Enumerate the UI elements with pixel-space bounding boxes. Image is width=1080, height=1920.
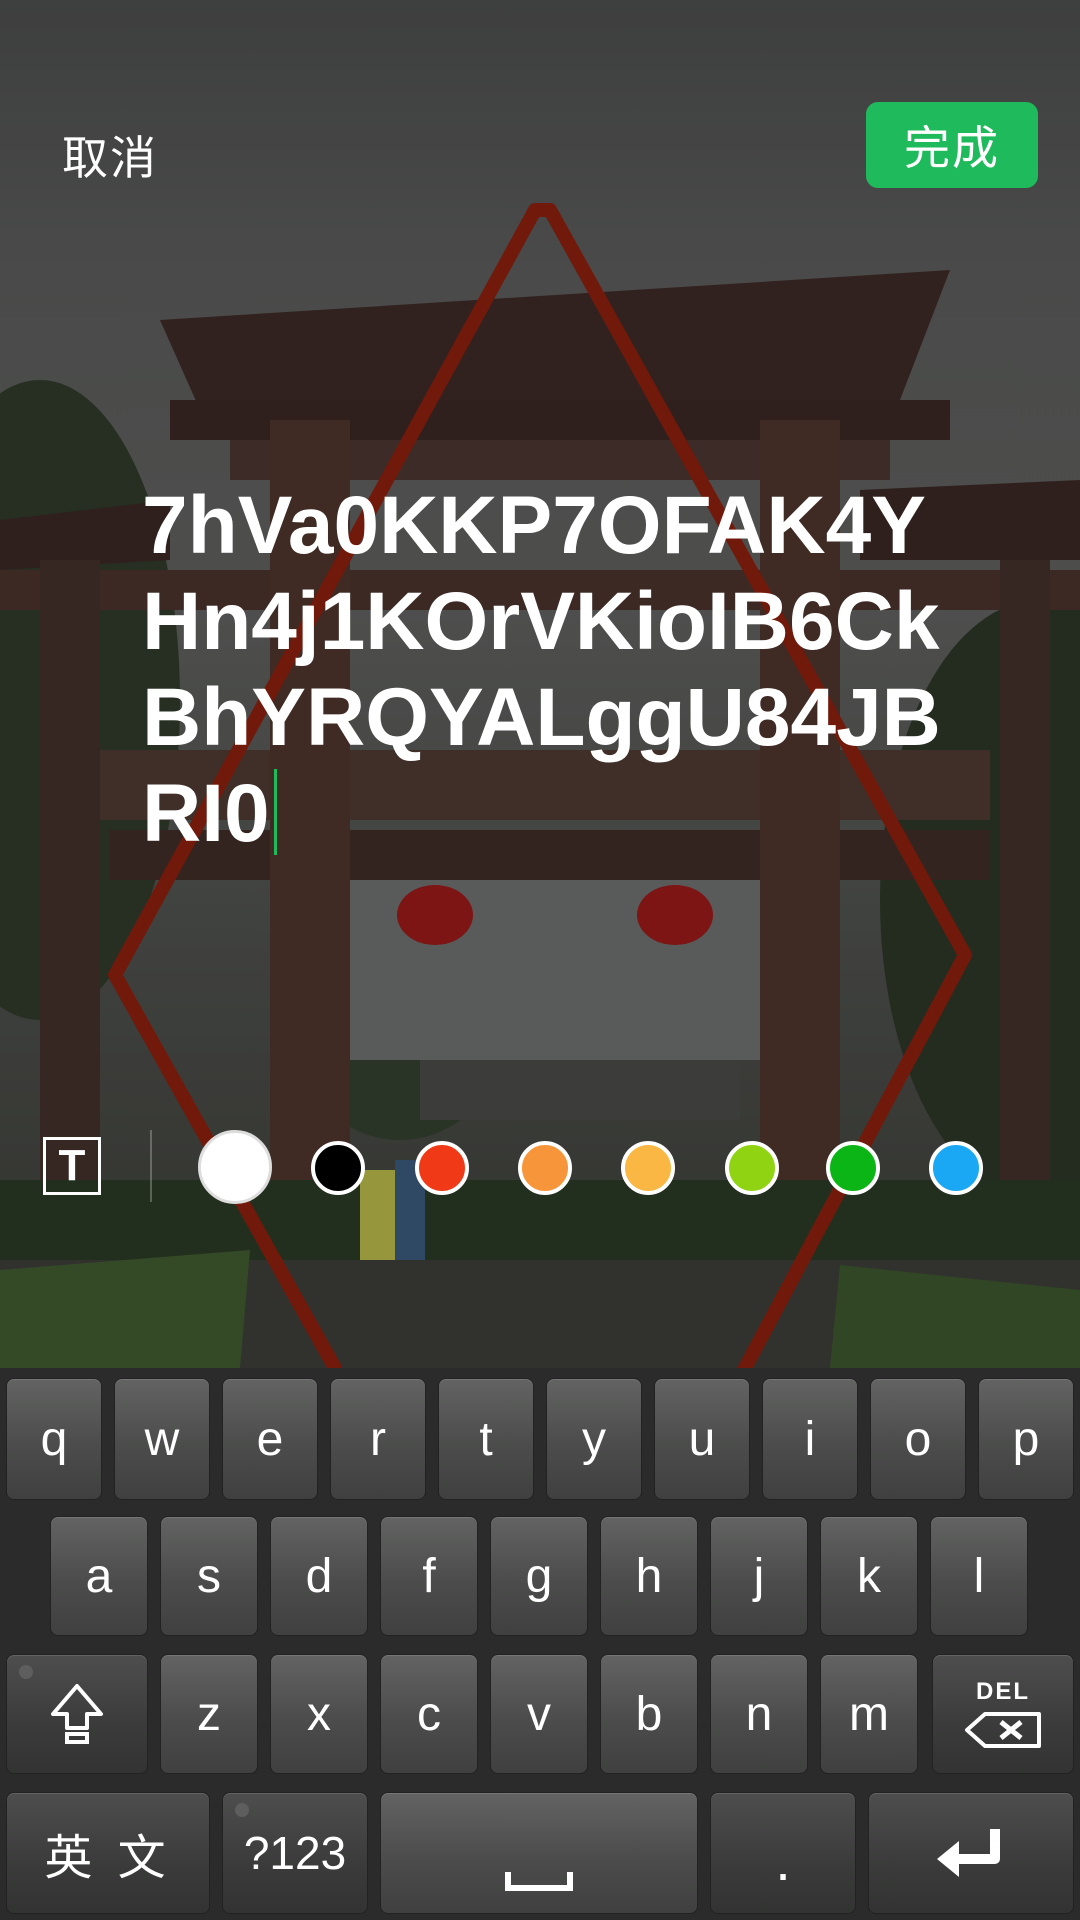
delete-key[interactable]: DEL [932,1654,1074,1774]
color-swatch-red[interactable] [415,1141,469,1195]
key-y[interactable]: y [546,1378,642,1500]
text-line: BhYRQYALggU84JB [142,672,941,763]
key-k[interactable]: k [820,1516,918,1636]
key-i[interactable]: i [762,1378,858,1500]
key-d[interactable]: d [270,1516,368,1636]
key-z[interactable]: z [160,1654,258,1774]
color-swatch-light-green[interactable] [725,1141,779,1195]
key-l[interactable]: l [930,1516,1028,1636]
enter-arrow-icon [937,1829,1000,1877]
symbols-key[interactable]: ?123 [222,1792,368,1914]
key-c[interactable]: c [380,1654,478,1774]
key-p[interactable]: p [978,1378,1074,1500]
key-v[interactable]: v [490,1654,588,1774]
del-label: DEL [976,1678,1030,1705]
key-g[interactable]: g [490,1516,588,1636]
backspace-icon [965,1712,1041,1748]
key-h[interactable]: h [600,1516,698,1636]
shift-key[interactable] [6,1654,148,1774]
text-background-toggle-icon[interactable]: T [43,1137,101,1195]
text-line: RI0 [142,766,962,862]
color-swatch-green[interactable] [826,1141,880,1195]
cancel-button[interactable]: 取消 [62,122,158,188]
key-e[interactable]: e [222,1378,318,1500]
symbols-indicator-dot [235,1803,249,1817]
soft-keyboard: q w e r t y u i o p a s d f g h j k l z … [0,1368,1080,1920]
key-m[interactable]: m [820,1654,918,1774]
text-line: Hn4j1KOrVKioIB6Ck [142,576,940,667]
key-f[interactable]: f [380,1516,478,1636]
key-w[interactable]: w [114,1378,210,1500]
enter-key[interactable] [868,1792,1074,1914]
text-caret [273,769,277,855]
key-x[interactable]: x [270,1654,368,1774]
period-key[interactable]: . [710,1792,856,1914]
shift-arrow-icon [51,1684,103,1744]
done-button[interactable]: 完成 [866,102,1038,188]
key-a[interactable]: a [50,1516,148,1636]
key-r[interactable]: r [330,1378,426,1500]
color-swatch-white[interactable] [198,1130,272,1204]
key-s[interactable]: s [160,1516,258,1636]
color-swatch-black[interactable] [311,1141,365,1195]
key-o[interactable]: o [870,1378,966,1500]
color-swatch-orange[interactable] [518,1141,572,1195]
key-u[interactable]: u [654,1378,750,1500]
shift-indicator-dot [19,1665,33,1679]
text-style-toolbar: T [0,1130,1080,1210]
text-line: 7hVa0KKP7OFAK4Y [142,480,926,571]
key-q[interactable]: q [6,1378,102,1500]
language-switch-key[interactable]: 英 文 [6,1792,210,1914]
toolbar-divider [150,1130,152,1202]
key-b[interactable]: b [600,1654,698,1774]
color-swatch-blue[interactable] [929,1141,983,1195]
space-bar-icon [505,1872,573,1891]
key-j[interactable]: j [710,1516,808,1636]
space-key[interactable] [380,1792,698,1914]
color-swatch-yellow[interactable] [621,1141,675,1195]
key-t[interactable]: t [438,1378,534,1500]
key-n[interactable]: n [710,1654,808,1774]
text-input[interactable]: 7hVa0KKP7OFAK4Y Hn4j1KOrVKioIB6Ck BhYRQY… [142,478,962,862]
